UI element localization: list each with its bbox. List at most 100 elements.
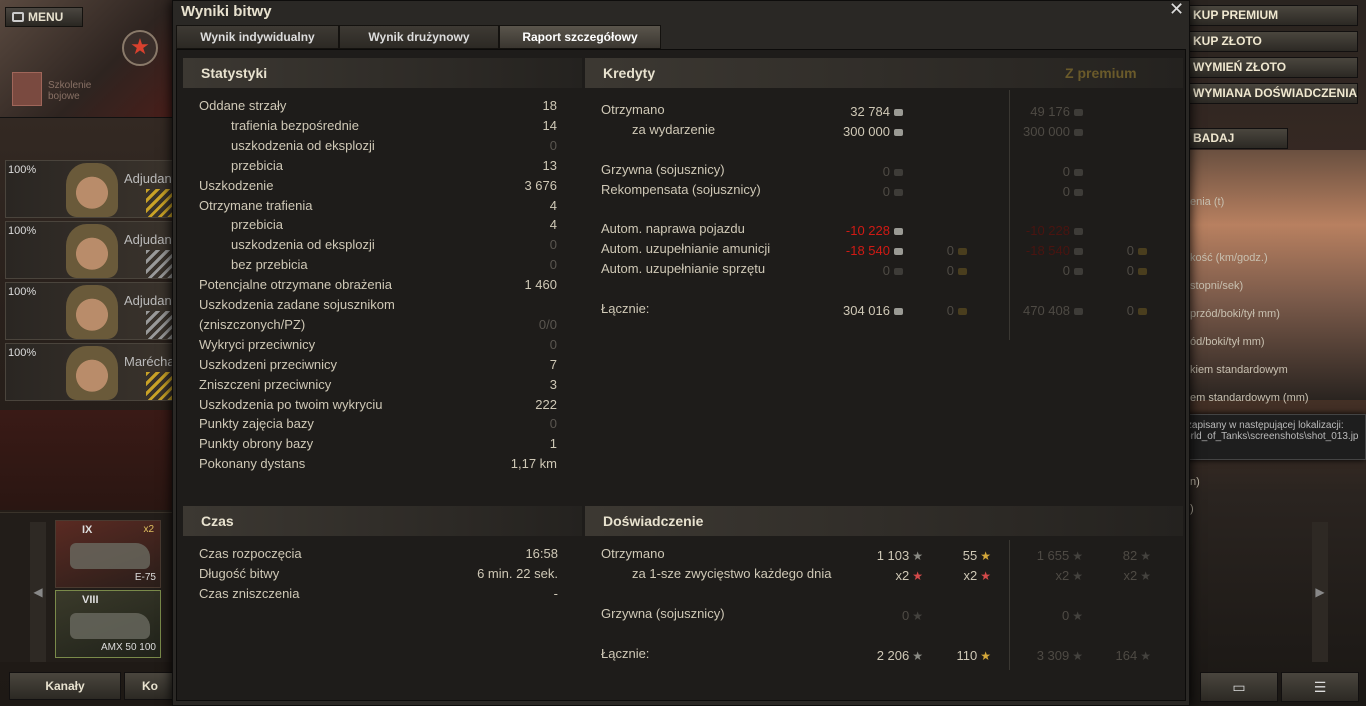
xp-label: Otrzymano [601, 546, 665, 561]
credits-icon [894, 169, 903, 177]
param-label: przód/boki/tył mm) [1190, 308, 1280, 320]
training-icon[interactable] [12, 72, 42, 106]
param-label: em standardowym (mm) [1190, 392, 1309, 404]
stat-value: 4 [549, 217, 557, 233]
credit-label: Autom. uzupełnianie sprzętu [601, 261, 766, 276]
credits-icon [894, 228, 903, 236]
credits-icon [894, 268, 903, 276]
credit-value: -10 228 [797, 221, 903, 241]
stat-value: 3 [549, 376, 557, 392]
time-value: 16:58 [525, 546, 558, 561]
tank-tier: IX [82, 524, 93, 536]
crew-rank: Adjudant [124, 293, 176, 308]
exchange-gold-button[interactable]: WYMIEŃ ZŁOTO [1188, 57, 1358, 78]
stat-value: 4 [549, 197, 557, 213]
stat-value: 0 [549, 237, 557, 253]
time-label: Czas zniszczenia [199, 586, 300, 601]
stat-value: 18 [542, 98, 557, 113]
param-label: kość (km/godz.) [1190, 252, 1268, 264]
free-xp-star-icon: ★ [1140, 649, 1151, 663]
xp-star-icon: ★ [912, 609, 923, 623]
research-button[interactable]: BADAJ [1188, 128, 1288, 149]
time-label: Czas rozpoczęcia [199, 546, 302, 561]
param-label: kiem standardowym [1190, 364, 1288, 376]
credits-icon [894, 129, 903, 137]
premium-xp-value: 1 655 ★ [977, 546, 1083, 566]
time-value: - [553, 586, 558, 601]
close-icon[interactable]: ✕ [1169, 0, 1184, 20]
stat-value: 1 [549, 436, 557, 452]
stat-label: Uszkodzenia zadane sojusznikom [199, 297, 395, 312]
stat-label: Pokonany dystans [199, 456, 306, 472]
stat-label: Punkty zajęcia bazy [199, 416, 314, 432]
premium-credit-value: 49 176 [977, 102, 1083, 122]
stat-value: 13 [542, 157, 557, 173]
stat-value: 7 [549, 356, 557, 372]
buy-premium-button[interactable]: KUP PREMIUM [1188, 5, 1358, 26]
param-label: enia (t) [1190, 196, 1225, 208]
premium-gold-value: 0 [1077, 261, 1147, 281]
credit-label: Otrzymano [601, 102, 665, 117]
tank-slot[interactable]: IX x2 E-75 [55, 520, 161, 588]
tab-individual[interactable]: Wynik indywidualny [176, 25, 339, 49]
crew-member[interactable]: 100% Adjudant [5, 221, 176, 279]
credit-value: 0 [797, 261, 903, 281]
premium-xp-value: x2 ★ [977, 566, 1084, 586]
red-star-icon[interactable]: ★ [122, 30, 158, 66]
carousel-left-arrow-icon[interactable]: ◀ [30, 522, 46, 662]
stat-value: 1 460 [524, 277, 557, 293]
tank-tier: VIII [82, 594, 99, 606]
crew-member[interactable]: 100% Adjudant [5, 282, 176, 340]
xp-label: Grzywna (sojusznicy) [601, 606, 725, 621]
contacts-button[interactable]: Ko [124, 672, 176, 700]
xp-label: za 1-sze zwycięstwo każdego dnia [632, 566, 832, 581]
credits-icon [1074, 189, 1083, 197]
credits-icon [894, 308, 903, 316]
premium-credit-value: -10 228 [977, 221, 1083, 241]
tank-bonus: x2 [143, 524, 154, 535]
tank-icon [70, 613, 150, 639]
chat-button[interactable]: ▭ [1200, 672, 1278, 702]
premium-header: Z premium [1065, 65, 1137, 81]
premium-gold-value: 0 [1077, 241, 1147, 261]
garage-scene-right [1190, 150, 1366, 400]
gold-icon [958, 268, 967, 276]
buy-gold-button[interactable]: KUP ZŁOTO [1188, 31, 1358, 52]
credits-icon [894, 109, 903, 117]
crew-member[interactable]: 100% Maréchal [5, 343, 177, 401]
crew-percent: 100% [8, 164, 37, 176]
credits-icon [894, 189, 903, 197]
menu-icon [12, 12, 24, 22]
credits-icon [1074, 169, 1083, 177]
tank-icon [70, 543, 150, 569]
xp-star-icon: ★ [1072, 609, 1083, 623]
crew-member[interactable]: 100% Adjudant [5, 160, 176, 218]
tab-detailed-report[interactable]: Raport szczegółowy [499, 25, 661, 49]
stat-value: 222 [535, 396, 557, 412]
gold-value: 0 [917, 261, 967, 281]
crew-percent: 100% [8, 225, 37, 237]
notifications-button[interactable]: ☰ [1281, 672, 1359, 702]
tab-team[interactable]: Wynik drużynowy [339, 25, 499, 49]
credits-icon [894, 248, 903, 256]
tank-name: AMX 50 100 [100, 642, 156, 653]
stat-label: uszkodzenia od eksplozji [231, 237, 375, 253]
premium-credit-value: 300 000 [977, 122, 1083, 142]
stat-label: przebicia [231, 217, 284, 233]
menu-button[interactable]: MENU [5, 7, 83, 27]
gold-icon [958, 248, 967, 256]
stat-label: Uszkodzenie [199, 177, 274, 193]
carousel-right-arrow-icon[interactable]: ▶ [1312, 522, 1328, 662]
xp-header: Doświadczenie [585, 506, 1183, 536]
stat-label: Potencjalne otrzymane obrażenia [199, 277, 392, 293]
channels-button[interactable]: Kanały [9, 672, 121, 700]
premium-xp-value: 3 309 ★ [977, 646, 1083, 666]
exchange-xp-button[interactable]: WYMIANA DOŚWIADCZENIA... [1188, 83, 1358, 104]
param-label: ) [1190, 503, 1194, 515]
param-label: stopni/sek) [1190, 280, 1244, 292]
premium-free-xp-value: 164 ★ [1077, 646, 1151, 666]
tank-slot-selected[interactable]: VIII AMX 50 100 [55, 590, 161, 658]
stat-label: Otrzymane trafienia [199, 197, 313, 213]
stats-header: Statystyki [183, 58, 582, 88]
xp-value: 2 206 ★ [817, 646, 923, 666]
